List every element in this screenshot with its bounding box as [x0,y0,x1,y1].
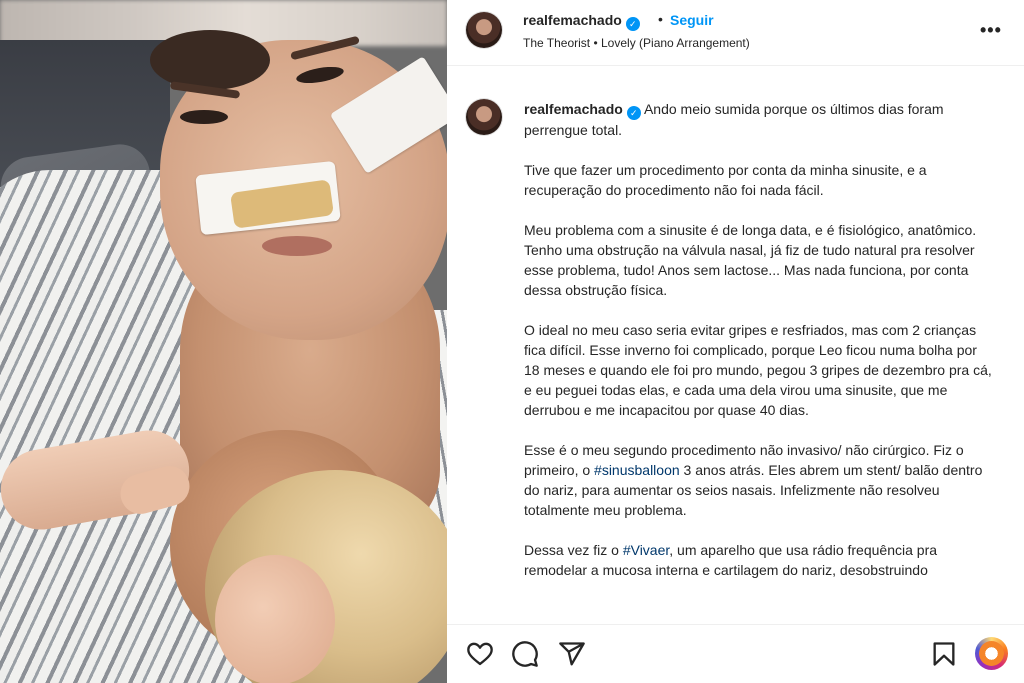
caption-paragraph: Tive que fazer um procedimento por conta… [524,162,927,198]
comments-scroll-area[interactable]: realfemachado ✓ Ando meio sumida porque o… [447,67,1024,624]
comment-icon[interactable] [511,640,539,668]
hashtag-link[interactable]: #Vivaer [623,542,669,558]
post-caption: realfemachado ✓ Ando meio sumida porque o… [524,99,994,600]
baby-face [215,555,335,683]
separator-dot: • [658,11,663,27]
caption-avatar[interactable] [466,99,502,135]
action-bar [447,624,1024,683]
caption-paragraph: Dessa vez fiz o #Vivaer, um aparelho que… [524,540,994,580]
heart-icon[interactable] [466,640,494,668]
hashtag-link[interactable]: #sinusballoon [594,462,680,478]
post-header: realfemachado ✓ • Seguir The Theorist • L… [447,0,1024,66]
header-username-line: realfemachado ✓ [523,12,640,31]
verified-badge-icon: ✓ [626,106,641,120]
post-sidebar: realfemachado ✓ • Seguir The Theorist • L… [447,0,1024,683]
post-photo[interactable] [0,0,447,683]
hair [150,30,270,90]
caption-paragraph: realfemachado ✓ Ando meio sumida porque o… [524,99,994,140]
verified-badge-icon: ✓ [625,17,640,31]
share-icon[interactable] [558,640,586,668]
avatar[interactable] [466,12,502,48]
more-options-icon[interactable]: ••• [980,20,1002,41]
audio-track-link[interactable]: The Theorist • Lovely (Piano Arrangement… [523,36,750,50]
left-eye [180,110,228,124]
bookmark-icon[interactable] [930,640,958,668]
reels-icon[interactable] [975,637,1008,670]
caption-paragraph: Esse é o meu segundo procedimento não in… [524,440,994,520]
caption-paragraph: Meu problema com a sinusite é de longa d… [524,222,977,298]
caption-paragraph: O ideal no meu caso seria evitar gripes … [524,322,992,418]
reels-icon-inner [979,641,1004,666]
caption-username-link[interactable]: realfemachado [524,101,623,117]
username-link[interactable]: realfemachado [523,12,622,28]
caption-text: Dessa vez fiz o [524,542,623,558]
lips [262,236,332,256]
follow-button[interactable]: Seguir [670,12,714,28]
